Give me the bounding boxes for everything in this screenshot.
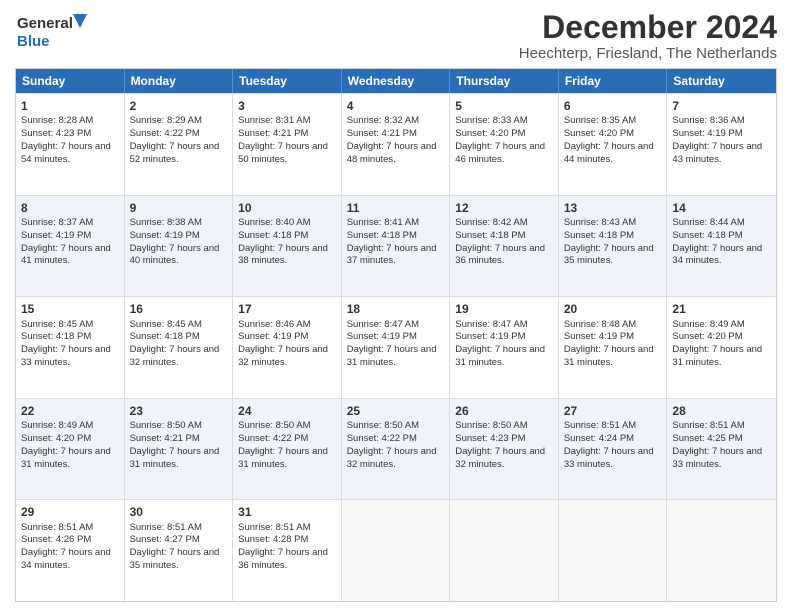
cell-dec29: 29 Sunrise: 8:51 AM Sunset: 4:26 PM Dayl…	[16, 500, 125, 601]
cell-dec5: 5 Sunrise: 8:33 AM Sunset: 4:20 PM Dayli…	[450, 94, 559, 195]
cell-dec17: 17 Sunrise: 8:46 AM Sunset: 4:19 PM Dayl…	[233, 297, 342, 398]
cell-dec1: 1 Sunrise: 8:28 AM Sunset: 4:23 PM Dayli…	[16, 94, 125, 195]
cell-dec4: 4 Sunrise: 8:32 AM Sunset: 4:21 PM Dayli…	[342, 94, 451, 195]
cell-dec20: 20 Sunrise: 8:48 AM Sunset: 4:19 PM Dayl…	[559, 297, 668, 398]
day-num-1: 1	[21, 98, 119, 114]
cell-empty-1	[342, 500, 451, 601]
cell-dec11: 11 Sunrise: 8:41 AM Sunset: 4:18 PM Dayl…	[342, 196, 451, 297]
sunset-2: Sunset: 4:22 PM	[130, 128, 200, 139]
header-wednesday: Wednesday	[342, 69, 451, 93]
day-num-5: 5	[455, 98, 553, 114]
week-1: 1 Sunrise: 8:28 AM Sunset: 4:23 PM Dayli…	[16, 93, 776, 195]
header-monday: Monday	[125, 69, 234, 93]
main-title: December 2024	[519, 10, 777, 45]
cell-dec14: 14 Sunrise: 8:44 AM Sunset: 4:18 PM Dayl…	[667, 196, 776, 297]
day-num-3: 3	[238, 98, 336, 114]
cell-dec10: 10 Sunrise: 8:40 AM Sunset: 4:18 PM Dayl…	[233, 196, 342, 297]
cell-dec7: 7 Sunrise: 8:36 AM Sunset: 4:19 PM Dayli…	[667, 94, 776, 195]
cell-dec30: 30 Sunrise: 8:51 AM Sunset: 4:27 PM Dayl…	[125, 500, 234, 601]
calendar: Sunday Monday Tuesday Wednesday Thursday…	[15, 68, 777, 602]
daylight-7: Daylight: 7 hours and 43 minutes.	[672, 141, 762, 165]
day-num-4: 4	[347, 98, 445, 114]
cell-dec18: 18 Sunrise: 8:47 AM Sunset: 4:19 PM Dayl…	[342, 297, 451, 398]
logo-icon: GeneralBlue	[15, 10, 95, 52]
week-2: 8 Sunrise: 8:37 AM Sunset: 4:19 PM Dayli…	[16, 195, 776, 297]
week-3: 15 Sunrise: 8:45 AM Sunset: 4:18 PM Dayl…	[16, 296, 776, 398]
daylight-5: Daylight: 7 hours and 46 minutes.	[455, 141, 545, 165]
daylight-2: Daylight: 7 hours and 52 minutes.	[130, 141, 220, 165]
header-friday: Friday	[559, 69, 668, 93]
sunrise-4: Sunrise: 8:32 AM	[347, 115, 419, 126]
day-num-6: 6	[564, 98, 662, 114]
daylight-6: Daylight: 7 hours and 44 minutes.	[564, 141, 654, 165]
cell-dec2: 2 Sunrise: 8:29 AM Sunset: 4:22 PM Dayli…	[125, 94, 234, 195]
cell-dec23: 23 Sunrise: 8:50 AM Sunset: 4:21 PM Dayl…	[125, 399, 234, 500]
daylight-4: Daylight: 7 hours and 48 minutes.	[347, 141, 437, 165]
title-block: December 2024 Heechterp, Friesland, The …	[519, 10, 777, 62]
header: GeneralBlue December 2024 Heechterp, Fri…	[15, 10, 777, 62]
sunrise-2: Sunrise: 8:29 AM	[130, 115, 202, 126]
cell-dec12: 12 Sunrise: 8:42 AM Sunset: 4:18 PM Dayl…	[450, 196, 559, 297]
svg-text:General: General	[17, 15, 73, 32]
cell-empty-4	[667, 500, 776, 601]
page: GeneralBlue December 2024 Heechterp, Fri…	[0, 0, 792, 612]
day-num-7: 7	[672, 98, 771, 114]
cell-dec9: 9 Sunrise: 8:38 AM Sunset: 4:19 PM Dayli…	[125, 196, 234, 297]
subtitle: Heechterp, Friesland, The Netherlands	[519, 45, 777, 62]
cell-dec28: 28 Sunrise: 8:51 AM Sunset: 4:25 PM Dayl…	[667, 399, 776, 500]
header-sunday: Sunday	[16, 69, 125, 93]
sunset-7: Sunset: 4:19 PM	[672, 128, 742, 139]
sunset-5: Sunset: 4:20 PM	[455, 128, 525, 139]
week-5: 29 Sunrise: 8:51 AM Sunset: 4:26 PM Dayl…	[16, 499, 776, 601]
sunrise-6: Sunrise: 8:35 AM	[564, 115, 636, 126]
cell-dec26: 26 Sunrise: 8:50 AM Sunset: 4:23 PM Dayl…	[450, 399, 559, 500]
cell-dec27: 27 Sunrise: 8:51 AM Sunset: 4:24 PM Dayl…	[559, 399, 668, 500]
day-num-2: 2	[130, 98, 228, 114]
cell-dec22: 22 Sunrise: 8:49 AM Sunset: 4:20 PM Dayl…	[16, 399, 125, 500]
cell-dec15: 15 Sunrise: 8:45 AM Sunset: 4:18 PM Dayl…	[16, 297, 125, 398]
daylight-1: Daylight: 7 hours and 54 minutes.	[21, 141, 111, 165]
cell-dec8: 8 Sunrise: 8:37 AM Sunset: 4:19 PM Dayli…	[16, 196, 125, 297]
cell-dec6: 6 Sunrise: 8:35 AM Sunset: 4:20 PM Dayli…	[559, 94, 668, 195]
sunset-6: Sunset: 4:20 PM	[564, 128, 634, 139]
daylight-3: Daylight: 7 hours and 50 minutes.	[238, 141, 328, 165]
logo: GeneralBlue	[15, 10, 95, 52]
header-thursday: Thursday	[450, 69, 559, 93]
cell-dec25: 25 Sunrise: 8:50 AM Sunset: 4:22 PM Dayl…	[342, 399, 451, 500]
cell-dec16: 16 Sunrise: 8:45 AM Sunset: 4:18 PM Dayl…	[125, 297, 234, 398]
cell-dec21: 21 Sunrise: 8:49 AM Sunset: 4:20 PM Dayl…	[667, 297, 776, 398]
cell-empty-3	[559, 500, 668, 601]
sunrise-3: Sunrise: 8:31 AM	[238, 115, 310, 126]
calendar-header: Sunday Monday Tuesday Wednesday Thursday…	[16, 69, 776, 93]
cell-empty-2	[450, 500, 559, 601]
sunrise-5: Sunrise: 8:33 AM	[455, 115, 527, 126]
week-4: 22 Sunrise: 8:49 AM Sunset: 4:20 PM Dayl…	[16, 398, 776, 500]
header-saturday: Saturday	[667, 69, 776, 93]
header-tuesday: Tuesday	[233, 69, 342, 93]
sunset-1: Sunset: 4:23 PM	[21, 128, 91, 139]
calendar-body: 1 Sunrise: 8:28 AM Sunset: 4:23 PM Dayli…	[16, 93, 776, 601]
svg-text:Blue: Blue	[17, 33, 50, 50]
day-num-8: 8	[21, 200, 119, 216]
cell-dec31: 31 Sunrise: 8:51 AM Sunset: 4:28 PM Dayl…	[233, 500, 342, 601]
cell-dec13: 13 Sunrise: 8:43 AM Sunset: 4:18 PM Dayl…	[559, 196, 668, 297]
sunrise-1: Sunrise: 8:28 AM	[21, 115, 93, 126]
cell-dec19: 19 Sunrise: 8:47 AM Sunset: 4:19 PM Dayl…	[450, 297, 559, 398]
sunset-4: Sunset: 4:21 PM	[347, 128, 417, 139]
sunrise-7: Sunrise: 8:36 AM	[672, 115, 744, 126]
cell-dec3: 3 Sunrise: 8:31 AM Sunset: 4:21 PM Dayli…	[233, 94, 342, 195]
sunset-3: Sunset: 4:21 PM	[238, 128, 308, 139]
cell-dec24: 24 Sunrise: 8:50 AM Sunset: 4:22 PM Dayl…	[233, 399, 342, 500]
